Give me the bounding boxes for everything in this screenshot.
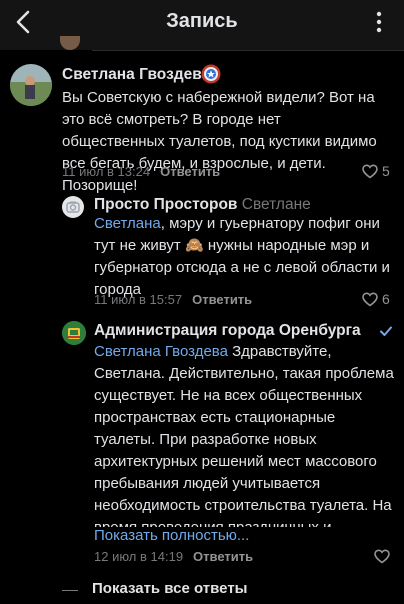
show-all-replies-button[interactable]: Показать все ответы [92, 580, 247, 597]
avatar[interactable] [62, 196, 84, 218]
comment-meta: 11 июл в 15:57 Ответить [94, 292, 252, 307]
reply-button[interactable]: Ответить [160, 164, 220, 179]
comment-author[interactable]: Просто Просторов Светлане [94, 196, 311, 214]
comment-time: 11 июл в 13:24 [62, 164, 151, 179]
mention-link[interactable]: Светлана Гвоздева [94, 343, 228, 360]
author-name[interactable]: Светлана Гвоздева [62, 66, 210, 83]
comment-author[interactable]: Светлана Гвоздева [62, 66, 210, 84]
show-more-link[interactable]: Показать полностью... [94, 527, 249, 544]
comment-meta: 11 июл в 13:24 Ответить [62, 164, 220, 179]
heart-icon [374, 549, 390, 564]
like-button[interactable]: 5 [362, 163, 390, 179]
author-name[interactable]: Просто Просторов [94, 196, 237, 213]
divider [92, 50, 404, 51]
captain-shield-icon [201, 64, 221, 84]
like-button[interactable] [374, 549, 390, 564]
comment-text: Вы Советскую с набережной видели? Вот на… [62, 87, 382, 197]
thread-dash [62, 590, 78, 591]
comment-time: 12 июл в 14:19 [94, 549, 184, 564]
avatar[interactable] [62, 321, 86, 345]
heart-icon [362, 163, 378, 178]
reply-to-name[interactable]: Светлане [242, 196, 311, 213]
like-button[interactable]: 6 [362, 291, 390, 307]
comment-body: Здравствуйте, Светлана. Действительно, т… [94, 343, 394, 527]
like-count: 6 [382, 291, 390, 307]
comment-time: 11 июл в 15:57 [94, 292, 183, 307]
reply-button[interactable]: Ответить [193, 549, 253, 564]
comment-author[interactable]: Администрация города Оренбурга [94, 322, 361, 340]
avatar[interactable] [10, 64, 52, 106]
reply-button[interactable]: Ответить [192, 292, 252, 307]
more-vertical-icon[interactable] [368, 10, 390, 34]
author-name[interactable]: Администрация города Оренбурга [94, 322, 361, 339]
mention-link[interactable]: Светлана [94, 215, 161, 232]
comment-text: Светлана Гвоздева Здравствуйте, Светлана… [94, 341, 394, 527]
like-count: 5 [382, 163, 390, 179]
verified-check-icon [378, 323, 394, 339]
see-no-evil-monkey-emoji: 🙈 [184, 237, 204, 254]
comment-meta: 12 июл в 14:19 Ответить [94, 549, 253, 564]
heart-icon [362, 291, 378, 306]
page-title: Запись [166, 10, 238, 32]
comment-text: Светлана, мэру и гуьернатору пофиг они т… [94, 213, 394, 301]
